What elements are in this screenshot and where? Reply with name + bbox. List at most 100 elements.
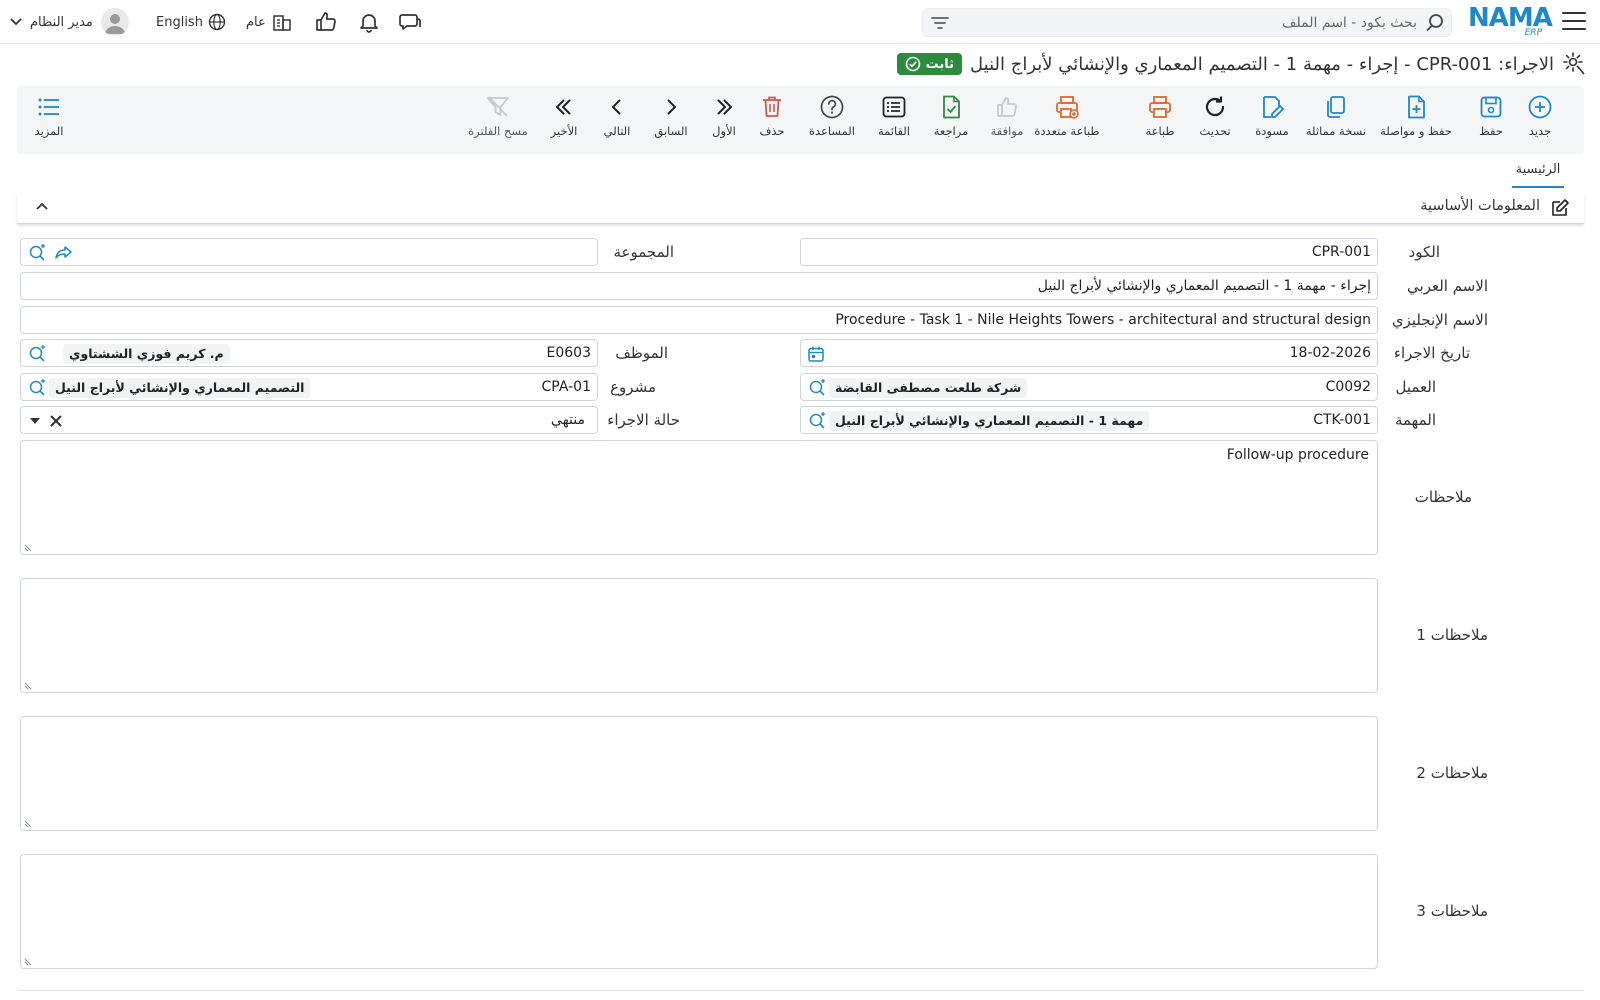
refresh-button[interactable]: تحديث (1183, 94, 1247, 146)
chevron-left-icon (611, 99, 621, 115)
chevron-right-icon (667, 99, 677, 115)
plus-circle-icon (1528, 95, 1552, 119)
clear-filter-label: مسح الفلترة (468, 124, 528, 138)
employee-name-chip: م. كريم فوزي الششتاوي (63, 344, 230, 364)
lookup-icon[interactable] (27, 243, 47, 263)
divider (17, 990, 1584, 991)
english-name-field[interactable]: Procedure - Task 1 - Nile Heights Towers… (20, 306, 1378, 334)
avatar-icon (100, 8, 129, 36)
status-badge-label: ثابت (925, 56, 955, 72)
approve-button[interactable]: موافقة (975, 94, 1039, 146)
project-name-chip: التصميم المعماري والإنشائي لأبراج النيل (49, 378, 311, 398)
notes-label: ملاحظات (1414, 488, 1472, 506)
code-value: CPR-001 (1311, 244, 1371, 260)
lookup-icon[interactable] (27, 378, 47, 398)
notes-textarea[interactable]: Follow-up procedure (20, 440, 1378, 555)
help-button[interactable]: المساعدة (800, 94, 864, 146)
list-button[interactable]: القائمة (862, 94, 926, 146)
calendar-icon[interactable] (807, 345, 825, 363)
file-check-icon (943, 95, 960, 119)
section-title: المعلومات الأساسية (1420, 198, 1540, 214)
date-field[interactable]: 18-02-2026 (800, 339, 1378, 367)
menu-icon[interactable] (1562, 12, 1586, 32)
review-label: مراجعة (933, 124, 969, 138)
top-bar: NAMA ERP عام English مدير النظام (0, 0, 1600, 44)
resize-grip-icon[interactable] (24, 542, 34, 552)
save-continue-button[interactable]: حفظ و مواصلة (1369, 94, 1463, 146)
save-label: حفظ (1479, 124, 1503, 138)
language-label: English (156, 14, 203, 30)
share-icon[interactable] (55, 244, 73, 260)
page-title: الاجراء: CPR-001 - إجراء - مهمة 1 - التص… (970, 53, 1554, 75)
section-basic-info[interactable]: المعلومات الأساسية (17, 192, 1584, 224)
resize-grip-icon[interactable] (24, 956, 34, 966)
resize-grip-icon[interactable] (24, 818, 34, 828)
chevron-down-icon (10, 18, 22, 26)
chat-icon[interactable] (398, 10, 422, 34)
notes2-textarea[interactable] (20, 716, 1378, 831)
status-value: منتهي (550, 412, 585, 428)
lookup-icon[interactable] (27, 344, 47, 364)
lookup-icon[interactable] (807, 411, 827, 431)
approve-label: موافقة (990, 124, 1024, 138)
more-button[interactable]: المزيد (17, 94, 81, 146)
branch-label: عام (246, 14, 266, 30)
user-name: مدير النظام (30, 14, 93, 30)
logo[interactable]: NAMA ERP (1468, 4, 1553, 40)
multi-printer-icon (1056, 96, 1079, 119)
english-name-value: Procedure - Task 1 - Nile Heights Towers… (835, 312, 1371, 328)
bell-icon[interactable] (357, 10, 381, 34)
last-label: الأخير (550, 124, 578, 138)
print-button[interactable]: طباعة (1128, 94, 1192, 146)
review-button[interactable]: مراجعة (919, 94, 983, 146)
task-label: المهمة (1394, 411, 1436, 429)
group-field[interactable] (20, 238, 598, 266)
chevron-up-icon[interactable] (35, 201, 49, 211)
arabic-name-field[interactable]: إجراء - مهمة 1 - التصميم المعماري والإنش… (20, 272, 1378, 300)
resize-grip-icon[interactable] (24, 680, 34, 690)
double-chevron-left-icon (555, 99, 571, 115)
language-switcher[interactable]: English (156, 12, 226, 32)
project-field[interactable]: CPA-01 التصميم المعماري والإنشائي لأبراج… (20, 373, 598, 401)
building-icon (273, 15, 291, 31)
copy-icon (1327, 96, 1345, 118)
more-list-icon (38, 98, 59, 116)
lookup-icon[interactable] (807, 378, 827, 398)
user-menu[interactable]: مدير النظام (10, 8, 129, 36)
notes3-textarea[interactable] (20, 854, 1378, 969)
arabic-name-value: إجراء - مهمة 1 - التصميم المعماري والإنش… (1037, 278, 1371, 294)
notes1-textarea[interactable] (20, 578, 1378, 693)
customer-label: العميل (1395, 378, 1436, 396)
search-icon[interactable] (1425, 13, 1445, 33)
printer-icon (1149, 96, 1171, 118)
search-input[interactable] (977, 12, 1417, 34)
list-icon (882, 96, 906, 118)
group-label: المجموعة (613, 243, 674, 261)
employee-label: الموظف (615, 344, 668, 362)
help-label: المساعدة (808, 124, 856, 138)
save-button[interactable]: حفظ (1459, 94, 1523, 146)
code-field[interactable]: CPR-001 (800, 238, 1378, 266)
status-badge: ثابت (896, 53, 963, 75)
customer-field[interactable]: C0092 شركة طلعت مصطفى القابضة (800, 373, 1378, 401)
customer-code: C0092 (1325, 379, 1371, 395)
gear-icon[interactable] (1562, 51, 1588, 77)
caret-down-icon[interactable] (29, 417, 41, 425)
customer-name-chip: شركة طلعت مصطفى القابضة (829, 378, 1028, 398)
employee-field[interactable]: E0603 م. كريم فوزي الششتاوي (20, 339, 598, 367)
task-field[interactable]: CTK-001 مهمة 1 - التصميم المعماري والإنش… (800, 406, 1378, 434)
clear-icon[interactable] (49, 414, 63, 428)
thumbs-up-icon[interactable] (314, 10, 338, 34)
draft-button[interactable]: مسودة (1240, 94, 1304, 146)
double-chevron-right-icon (717, 99, 733, 115)
last-button[interactable]: الأخير (532, 94, 596, 146)
thumbs-up-icon (997, 97, 1017, 117)
filter-icon[interactable] (931, 15, 949, 31)
branch-selector[interactable]: عام (246, 12, 292, 32)
duplicate-button[interactable]: نسخة مماثلة (1297, 94, 1375, 146)
clear-filter-button[interactable]: مسح الفلترة (461, 94, 535, 146)
tab-main[interactable]: الرئيسية (1512, 162, 1564, 188)
save-icon (1480, 96, 1502, 118)
trash-icon (763, 96, 781, 117)
status-select[interactable]: منتهي (20, 406, 598, 434)
